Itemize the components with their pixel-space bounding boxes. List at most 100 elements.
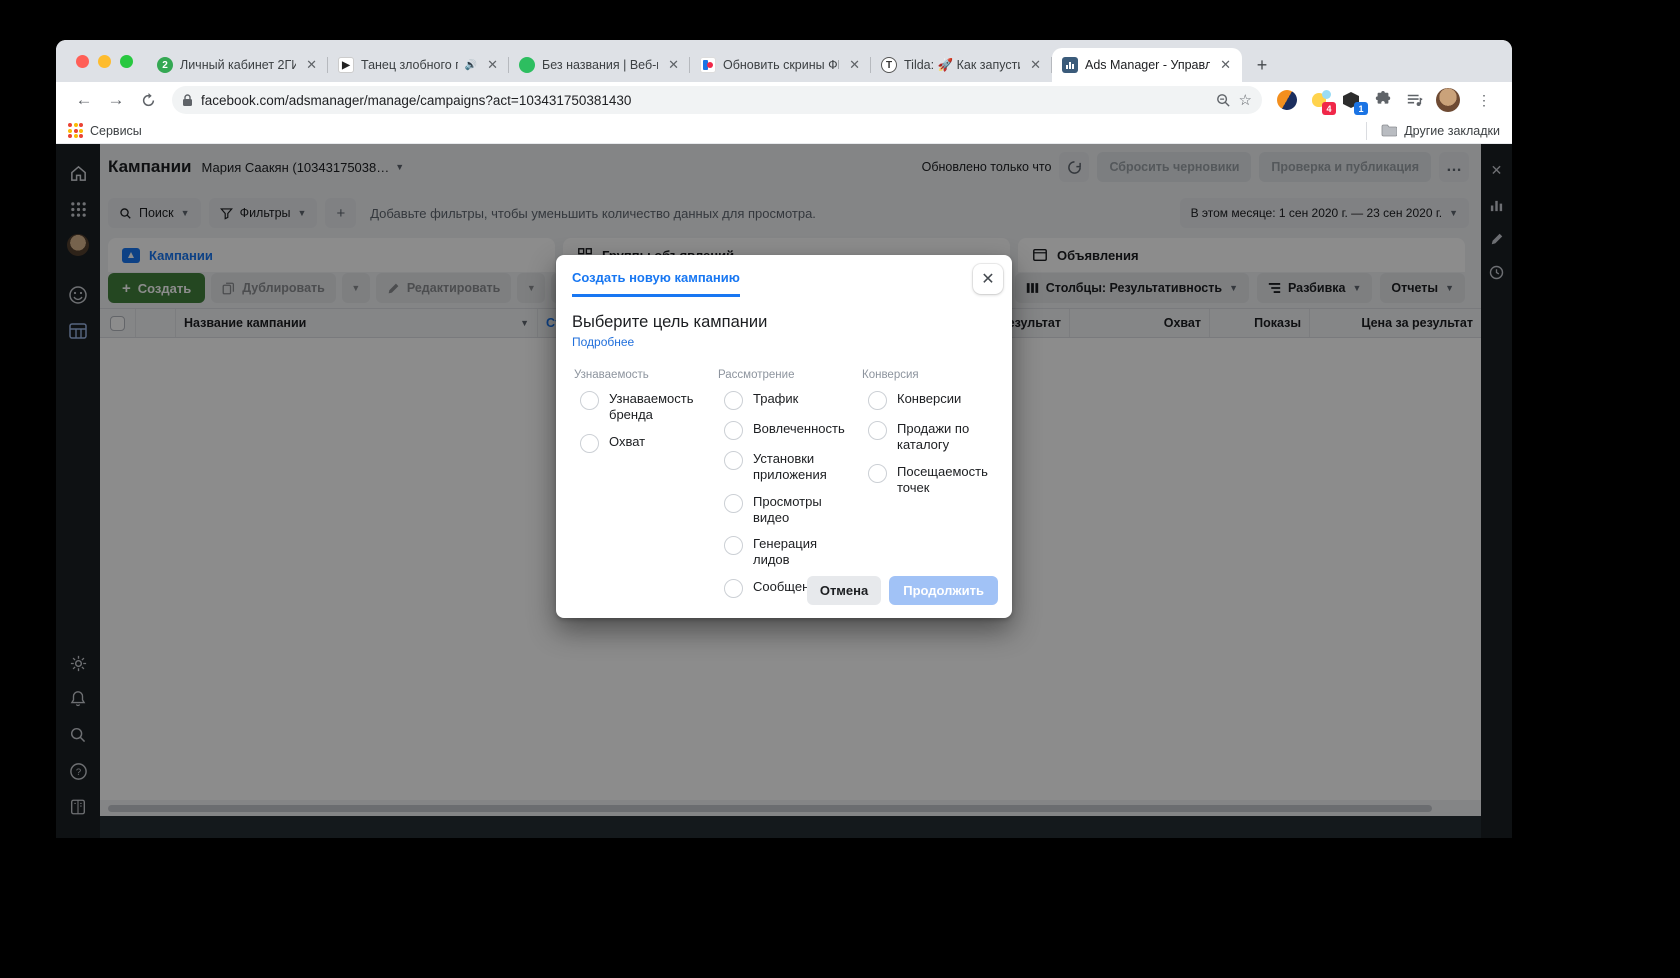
objective-label: Просмотры видео	[753, 494, 852, 526]
close-tab-icon[interactable]: ✕	[846, 57, 863, 73]
bookmark-services-label: Сервисы	[90, 124, 142, 138]
minimize-window-button[interactable]	[98, 55, 111, 68]
modal-title-tab: Создать новую кампанию	[572, 270, 740, 297]
objective-label: Посещаемость точек	[897, 464, 996, 496]
chrome-menu-icon[interactable]: ⋮	[1470, 86, 1498, 114]
url-text[interactable]: facebook.com/adsmanager/manage/campaigns…	[201, 93, 1208, 108]
tab-tilda[interactable]: T Tilda: 🚀 Как запустить т ✕	[871, 48, 1052, 82]
objective-option[interactable]: Генерация лидов	[724, 536, 852, 568]
lock-icon	[182, 94, 193, 107]
cube-extension-icon[interactable]: 1	[1340, 89, 1362, 111]
tab-fb-screens[interactable]: Обновить скрины ФБ на ✕	[690, 48, 871, 82]
radio-button[interactable]	[724, 579, 743, 598]
browser-tab-strip: 2 Личный кабинет 2ГИС: Р ✕ ▶ Танец злобн…	[56, 40, 1512, 82]
objective-label: Вовлеченность	[753, 421, 845, 437]
tab-2gis[interactable]: 2 Личный кабинет 2ГИС: Р ✕	[147, 48, 328, 82]
column-header: Рассмотрение	[718, 369, 852, 381]
objective-label: Генерация лидов	[753, 536, 852, 568]
playlist-extension-icon[interactable]	[1404, 89, 1426, 111]
tab-title: Танец злобного гени	[361, 58, 458, 72]
close-modal-button[interactable]: ✕	[973, 264, 1003, 294]
radio-button[interactable]	[724, 451, 743, 470]
column-awareness: Узнаваемость Узнаваемость бренда Охват	[574, 369, 708, 609]
evernote-icon	[519, 57, 535, 73]
address-bar[interactable]: facebook.com/adsmanager/manage/campaigns…	[172, 86, 1262, 114]
continue-button[interactable]: Продолжить	[889, 576, 998, 605]
cancel-button[interactable]: Отмена	[807, 576, 881, 605]
close-tab-icon[interactable]: ✕	[1217, 57, 1234, 73]
radio-button[interactable]	[724, 391, 743, 410]
objective-label: Установки приложения	[753, 451, 852, 483]
tilda-icon: T	[881, 57, 897, 73]
objective-option[interactable]: Вовлеченность	[724, 421, 852, 440]
radio-button[interactable]	[868, 391, 887, 410]
window-controls	[68, 40, 147, 82]
fullscreen-window-button[interactable]	[120, 55, 133, 68]
objective-option[interactable]: Установки приложения	[724, 451, 852, 483]
close-tab-icon[interactable]: ✕	[665, 57, 682, 73]
objective-label: Конверсии	[897, 391, 961, 407]
radio-button[interactable]	[724, 494, 743, 513]
objective-option[interactable]: Трафик	[724, 391, 852, 410]
radio-button[interactable]	[724, 421, 743, 440]
apps-grid-icon	[68, 123, 83, 138]
bookmark-services[interactable]: Сервисы	[68, 123, 142, 138]
puzzle-extensions-icon[interactable]	[1372, 89, 1394, 111]
column-header: Узнаваемость	[574, 369, 708, 381]
objective-label: Охват	[609, 434, 645, 450]
blue-red-app-icon	[700, 57, 716, 73]
column-header: Конверсия	[862, 369, 996, 381]
tabs-container: 2 Личный кабинет 2ГИС: Р ✕ ▶ Танец злобн…	[147, 40, 1276, 82]
objective-option[interactable]: Посещаемость точек	[868, 464, 996, 496]
radio-button[interactable]	[580, 391, 599, 410]
other-bookmarks[interactable]: Другие закладки	[1366, 122, 1500, 140]
objective-option[interactable]: Продажи по каталогу	[868, 421, 996, 453]
learn-more-link[interactable]: Подробнее	[572, 335, 996, 349]
close-tab-icon[interactable]: ✕	[303, 57, 320, 73]
radio-button[interactable]	[724, 536, 743, 555]
browser-toolbar: ← → facebook.com/adsmanager/manage/campa…	[56, 82, 1512, 118]
tab-title: Личный кабинет 2ГИС: Р	[180, 58, 296, 72]
tab-evernote[interactable]: Без названия | Веб-клие ✕	[509, 48, 690, 82]
radio-button[interactable]	[868, 464, 887, 483]
reload-icon[interactable]	[134, 86, 162, 114]
create-campaign-modal: Создать новую кампанию ✕ Выберите цель к…	[556, 255, 1012, 618]
swirl-extension-icon[interactable]	[1276, 89, 1298, 111]
folder-icon	[1381, 124, 1397, 137]
forward-icon[interactable]: →	[102, 86, 130, 114]
tab-ads-manager-active[interactable]: Ads Manager - Управлени ✕	[1052, 48, 1242, 82]
tab-title: Tilda: 🚀 Как запустить т	[904, 58, 1020, 73]
tab-title: Ads Manager - Управлени	[1085, 58, 1210, 72]
play-icon: ▶	[338, 57, 354, 73]
objective-label: Продажи по каталогу	[897, 421, 996, 453]
modal-footer: Отмена Продолжить	[807, 576, 998, 605]
close-tab-icon[interactable]: ✕	[1027, 57, 1044, 73]
bookmark-star-icon[interactable]: ☆	[1239, 91, 1252, 109]
close-tab-icon[interactable]: ✕	[484, 57, 501, 73]
profile-avatar[interactable]	[1436, 88, 1460, 112]
objective-option[interactable]: Узнаваемость бренда	[580, 391, 708, 423]
lightbulb-extension-icon[interactable]: 4	[1308, 89, 1330, 111]
column-consideration: Рассмотрение Трафик Вовлеченность Устано…	[718, 369, 852, 609]
extension-badge: 4	[1322, 102, 1336, 115]
objective-columns: Узнаваемость Узнаваемость бренда Охват Р…	[572, 369, 996, 609]
other-bookmarks-label: Другие закладки	[1404, 124, 1500, 138]
objective-label: Узнаваемость бренда	[609, 391, 708, 423]
radio-button[interactable]	[868, 421, 887, 440]
ads-manager-icon	[1062, 57, 1078, 73]
objective-option[interactable]: Охват	[580, 434, 708, 453]
radio-button[interactable]	[580, 434, 599, 453]
2gis-icon: 2	[157, 57, 173, 73]
tab-audio-icon[interactable]: 🔊	[465, 60, 477, 71]
objective-option[interactable]: Конверсии	[868, 391, 996, 410]
close-window-button[interactable]	[76, 55, 89, 68]
new-tab-button[interactable]: +	[1248, 51, 1276, 79]
objective-label: Трафик	[753, 391, 798, 407]
zoom-out-icon[interactable]	[1216, 93, 1231, 108]
tab-video[interactable]: ▶ Танец злобного гени 🔊 ✕	[328, 48, 509, 82]
column-conversion: Конверсия Конверсии Продажи по каталогу …	[862, 369, 996, 609]
tab-title: Обновить скрины ФБ на	[723, 58, 839, 72]
back-icon[interactable]: ←	[70, 86, 98, 114]
tab-title: Без названия | Веб-клие	[542, 58, 658, 72]
objective-option[interactable]: Просмотры видео	[724, 494, 852, 526]
